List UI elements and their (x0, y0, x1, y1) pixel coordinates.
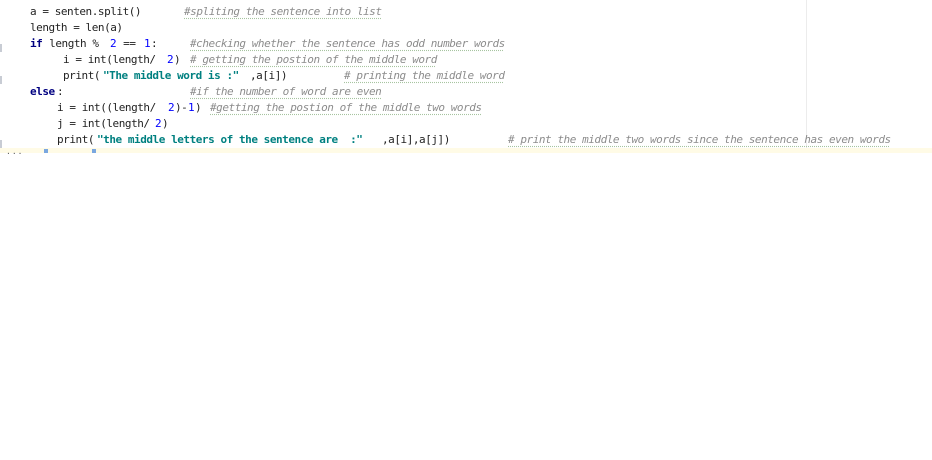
code-number: 2 (167, 53, 174, 66)
code-token: a = senten.split() (30, 5, 142, 18)
code-token: : (151, 37, 158, 50)
code-token: length = len(a) (30, 21, 123, 34)
code-line-7[interactable]: i = int((length/ 2 )- 1 ) #getting the p… (0, 100, 932, 116)
code-line-2[interactable]: length = len(a) (0, 20, 932, 36)
code-token: print( (63, 69, 101, 82)
code-token: length % (43, 37, 105, 50)
code-token: print( (57, 133, 95, 146)
code-number: 2 (110, 37, 117, 50)
code-number: 1 (188, 101, 195, 114)
code-token: i = int((length/ (57, 101, 156, 114)
code-comment: #checking whether the sentence has odd n… (190, 37, 505, 50)
code-token: ,a[i],a[j]) (382, 133, 450, 146)
code-keyword: if (30, 37, 43, 50)
code-line-5[interactable]: print( "The middle word is :" ,a[i]) # p… (0, 68, 932, 84)
code-token: ) (174, 53, 181, 66)
fold-ellipsis[interactable]: ... (6, 148, 23, 156)
code-area[interactable]: a = senten.split() #spliting the sentenc… (0, 0, 932, 152)
code-comment: # getting the postion of the middle word (190, 53, 437, 66)
code-number: 2 (168, 101, 175, 114)
code-token: i = int(length/ (63, 53, 156, 66)
code-keyword: else (30, 85, 55, 98)
code-string: "The middle word is :" (103, 69, 239, 82)
code-number: 2 (155, 117, 162, 130)
code-number: 1 (144, 37, 151, 50)
code-line-1[interactable]: a = senten.split() #spliting the sentenc… (0, 4, 932, 20)
code-line-6[interactable]: else : #if the number of word are even (0, 84, 932, 100)
code-comment: # print the middle two words since the s… (508, 133, 891, 146)
code-token: ) (162, 117, 169, 130)
code-string: "the middle letters of the sentence are … (97, 133, 363, 146)
code-line-9[interactable]: print( "the middle letters of the senten… (0, 132, 932, 148)
code-token: )- (175, 101, 188, 114)
code-comment: #if the number of word are even (190, 85, 382, 98)
code-comment: # printing the middle word (344, 69, 505, 82)
code-editor[interactable]: a = senten.split() #spliting the sentenc… (0, 0, 932, 460)
code-token: j = int(length/ (57, 117, 150, 130)
code-line-3[interactable]: if length % 2 == 1 : #checking whether t… (0, 36, 932, 52)
caret-marker (92, 149, 96, 153)
code-line-8[interactable]: j = int(length/ 2 ) (0, 116, 932, 132)
code-token: ) (195, 101, 202, 114)
caret-marker (44, 149, 48, 153)
code-line-4[interactable]: i = int(length/ 2 ) # getting the postio… (0, 52, 932, 68)
code-token: ,a[i]) (250, 69, 288, 82)
code-token: == (117, 37, 142, 50)
code-token: : (57, 85, 64, 98)
code-comment: #getting the postion of the middle two w… (210, 101, 482, 114)
code-comment: #spliting the sentence into list (184, 5, 382, 18)
